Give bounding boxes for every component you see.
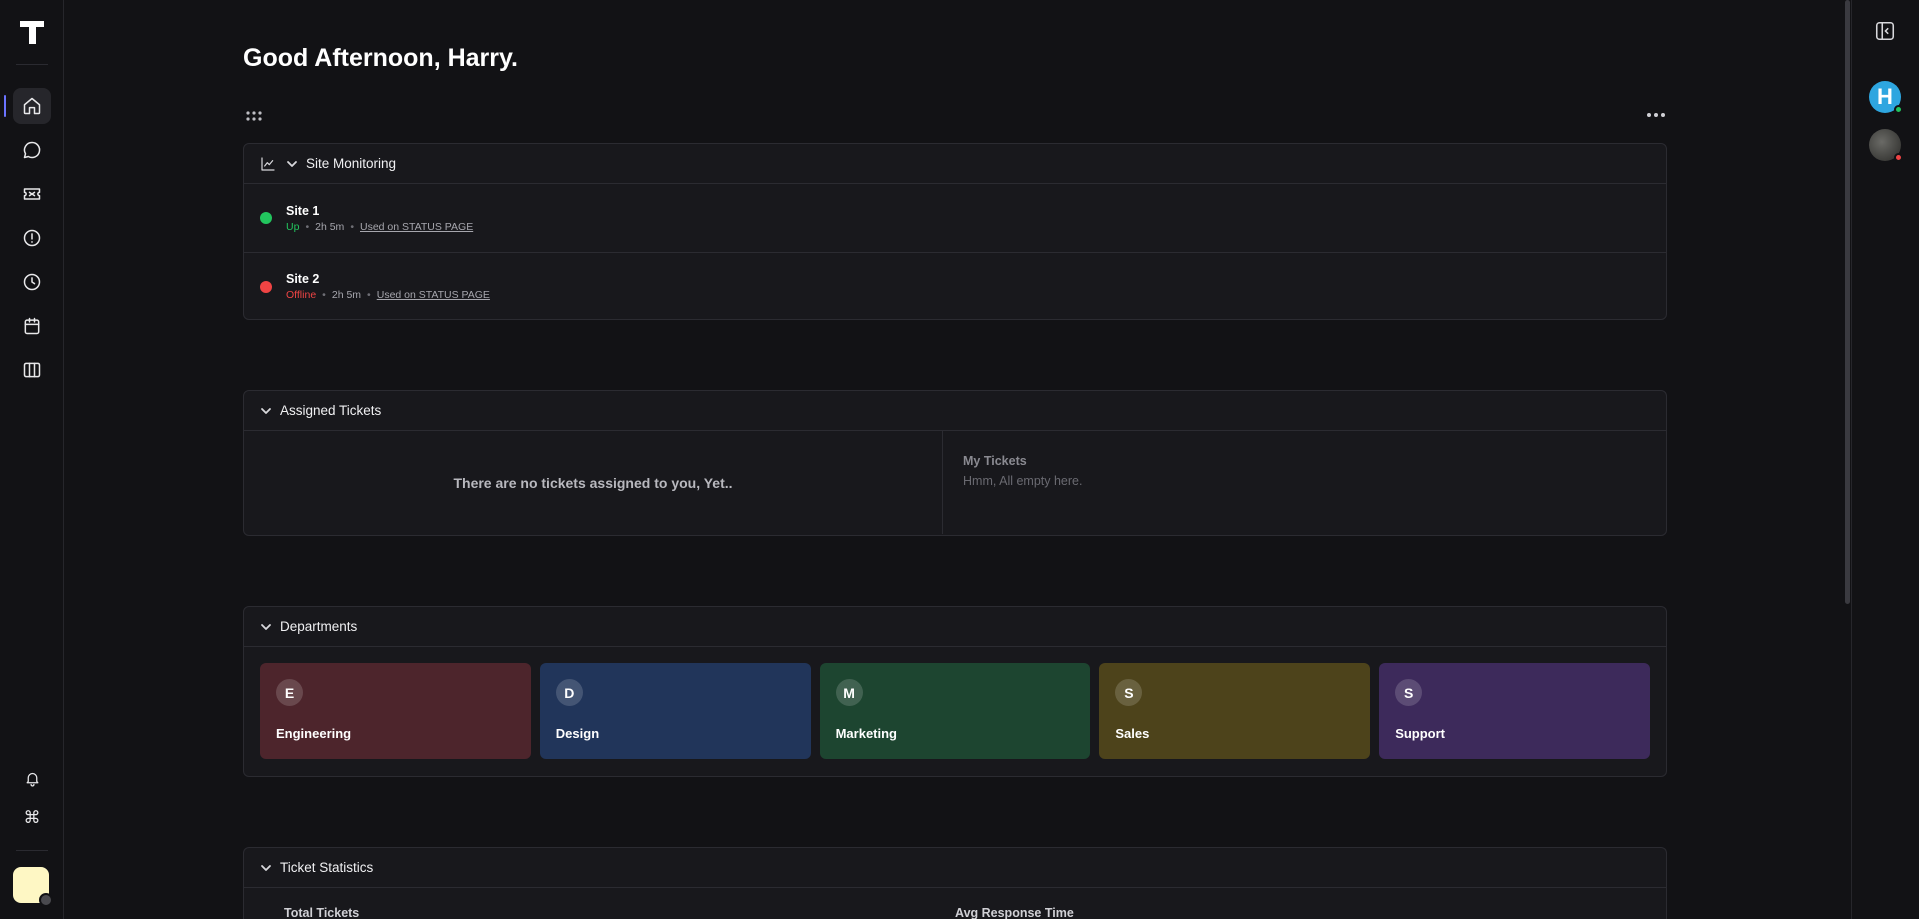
chat-bubble-icon xyxy=(23,141,41,159)
chart-line-icon xyxy=(261,156,275,171)
department-name: Marketing xyxy=(835,726,897,741)
chevron-down-icon xyxy=(287,160,297,167)
chevron-down-icon xyxy=(261,864,271,871)
user-avatar[interactable] xyxy=(13,867,53,907)
bell-icon xyxy=(26,772,38,787)
online-status-icon xyxy=(1894,105,1903,114)
department-name: Design xyxy=(555,726,600,741)
avatar-status-icon xyxy=(39,893,53,907)
left-sidebar: ⌘ xyxy=(0,0,64,919)
calendar-icon xyxy=(24,317,40,335)
status-page-link[interactable]: Used on STATUS PAGE xyxy=(360,221,473,233)
offline-status-icon xyxy=(1894,153,1903,162)
separator-dot: • xyxy=(367,289,371,301)
stat-label-total-tickets: Total Tickets xyxy=(284,906,360,919)
department-engineering[interactable]: E Engineering xyxy=(260,663,531,759)
user-avatar-photo[interactable] xyxy=(1869,129,1903,162)
stat-label-avg-response-time: Avg Response Time xyxy=(955,906,1074,919)
my-tickets-title: My Tickets xyxy=(963,454,1027,468)
ticket-statistics-title: Ticket Statistics xyxy=(280,860,374,875)
separator-dot: • xyxy=(322,289,326,301)
departments-title: Departments xyxy=(280,619,358,634)
site-uptime: 2h 5m xyxy=(331,289,362,301)
chevron-down-icon xyxy=(261,407,271,414)
ticket-icon xyxy=(23,188,41,200)
site-uptime: 2h 5m xyxy=(315,220,345,233)
app: ⌘ Good Afternoon, Harry. Site Monitoring… xyxy=(0,0,1919,919)
site-name: Site 1 xyxy=(286,203,320,218)
ticket-statistics-card: Ticket Statistics Total Tickets Avg Resp… xyxy=(243,847,1667,919)
department-initial: S xyxy=(1395,679,1423,706)
user-avatar-h[interactable]: H xyxy=(1869,81,1903,114)
sidebar-item-notifications[interactable] xyxy=(13,760,51,796)
site-monitoring-card: Site Monitoring Site 1 Up • 2h 5m • Used… xyxy=(243,143,1667,320)
department-design[interactable]: D Design xyxy=(539,663,811,759)
department-initial: M xyxy=(835,679,863,706)
department-name: Support xyxy=(1395,726,1446,741)
department-sales[interactable]: S Sales xyxy=(1099,663,1371,759)
sidebar-collapse-icon xyxy=(1875,21,1895,41)
my-tickets-panel: My Tickets Hmm, All empty here. xyxy=(943,431,1102,534)
sidebar-divider xyxy=(16,850,48,851)
avatar-initial: H xyxy=(1877,84,1893,109)
assigned-tickets-title: Assigned Tickets xyxy=(280,403,382,418)
site-name: Site 2 xyxy=(286,272,320,286)
department-name: Sales xyxy=(1115,726,1150,741)
chevron-down-icon xyxy=(261,623,271,630)
department-name: Engineering xyxy=(276,726,352,741)
department-marketing[interactable]: M Marketing xyxy=(819,663,1091,759)
page-title: Good Afternoon, Harry. xyxy=(243,44,518,72)
site-monitoring-title: Site Monitoring xyxy=(306,156,397,171)
drag-handle-icon[interactable] xyxy=(245,110,263,122)
assigned-tickets-header[interactable]: Assigned Tickets xyxy=(244,391,1666,431)
logo-icon[interactable] xyxy=(18,18,46,46)
status-page-link[interactable]: Used on STATUS PAGE xyxy=(377,289,490,301)
clock-icon xyxy=(23,273,41,291)
sidebar-item-incidents[interactable] xyxy=(13,220,51,256)
site-status: Up xyxy=(286,220,300,233)
more-options-icon[interactable] xyxy=(1645,109,1667,121)
collapse-panel-button[interactable] xyxy=(1874,20,1896,42)
departments-header[interactable]: Departments xyxy=(244,607,1666,647)
site-row[interactable]: Site 2 Offline • 2h 5m • Used on STATUS … xyxy=(244,252,1666,320)
ticket-statistics-header[interactable]: Ticket Statistics xyxy=(244,848,1666,888)
my-tickets-empty: Hmm, All empty here. xyxy=(963,474,1083,488)
sidebar-item-command[interactable]: ⌘ xyxy=(13,800,51,836)
active-indicator xyxy=(4,95,6,117)
separator-dot: • xyxy=(350,220,354,233)
sidebar-item-board[interactable] xyxy=(13,352,51,388)
empty-tickets-message: There are no tickets assigned to you, Ye… xyxy=(244,431,943,534)
command-icon: ⌘ xyxy=(23,808,41,828)
sidebar-item-home[interactable] xyxy=(13,88,51,124)
sidebar-item-chat[interactable] xyxy=(13,132,51,168)
separator-dot: • xyxy=(305,220,310,233)
status-indicator-icon xyxy=(260,212,272,224)
columns-icon xyxy=(23,362,41,378)
department-support[interactable]: S Support xyxy=(1379,663,1650,759)
department-initial: E xyxy=(276,679,303,706)
department-initial: D xyxy=(555,679,583,706)
alert-circle-icon xyxy=(23,229,41,247)
sidebar-divider xyxy=(16,64,48,65)
sidebar-item-tickets[interactable] xyxy=(13,176,51,212)
scrollbar-thumb[interactable] xyxy=(1845,0,1850,604)
assigned-tickets-card: Assigned Tickets There are no tickets as… xyxy=(243,390,1667,536)
site-status: Offline xyxy=(286,289,317,301)
sidebar-item-history[interactable] xyxy=(13,264,51,300)
sidebar-item-calendar[interactable] xyxy=(13,308,51,344)
department-initial: S xyxy=(1115,679,1143,706)
home-icon xyxy=(23,97,41,115)
status-indicator-icon xyxy=(260,280,272,293)
departments-card: Departments E Engineering D Design M Mar… xyxy=(243,606,1667,777)
site-monitoring-header[interactable]: Site Monitoring xyxy=(244,144,1666,184)
site-row[interactable]: Site 1 Up • 2h 5m • Used on STATUS PAGE xyxy=(244,184,1666,252)
